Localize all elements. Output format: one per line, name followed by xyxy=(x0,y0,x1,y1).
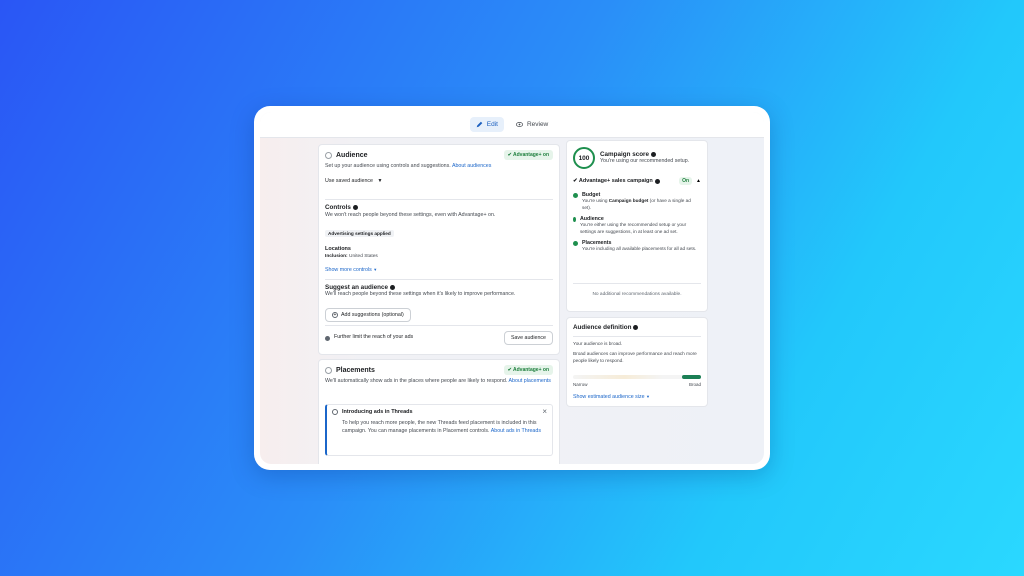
item-audience-desc: You're either using the recommended setu… xyxy=(579,222,687,234)
eye-icon xyxy=(515,122,523,127)
breadth-fill xyxy=(681,375,701,379)
chevron-up-icon[interactable]: ▲ xyxy=(696,178,701,184)
audience-breadth-bar xyxy=(573,375,701,379)
info-circle-icon xyxy=(325,335,330,341)
score-subtitle: You're using our recommended setup. xyxy=(600,157,690,164)
info-icon[interactable] xyxy=(633,324,639,330)
on-pill: On xyxy=(679,177,693,185)
main-column: Audience ✔ Advantage+ on Set up your aud… xyxy=(318,138,560,464)
check-circle-icon xyxy=(573,217,576,222)
threads-notice: Introducing ads in Threads × To help you… xyxy=(325,404,553,456)
narrow-label: Narrow xyxy=(573,382,588,387)
check-circle-icon xyxy=(573,241,578,246)
further-limit-text: Further limit the reach of your ads xyxy=(334,334,414,341)
show-more-controls-link[interactable]: Show more controls ▼ xyxy=(325,266,553,275)
locations-label: Locations xyxy=(325,245,351,252)
definition-status: Your audience is broad. xyxy=(573,341,623,346)
show-more-label: Show more controls xyxy=(325,266,372,273)
inclusion-value: United States xyxy=(349,254,378,259)
caret-down-icon: ▼ xyxy=(377,177,383,184)
inclusion-label: Inclusion: xyxy=(325,254,348,259)
item-budget-desc: You're using xyxy=(581,198,609,203)
score-value: 100 xyxy=(578,154,590,162)
audience-description: Set up your audience using controls and … xyxy=(325,163,451,169)
divider xyxy=(325,199,553,200)
tab-edit[interactable]: Edit xyxy=(469,117,504,132)
divider xyxy=(573,336,701,337)
info-circle-icon xyxy=(332,409,338,415)
close-icon[interactable]: × xyxy=(542,408,547,416)
campaign-score-card: 100 Campaign score You're using our reco… xyxy=(566,140,708,312)
notice-title: Introducing ads in Threads xyxy=(342,409,413,415)
score-ring: 100 xyxy=(573,147,595,169)
app-window: Edit Review Audience ✔ Advantage+ on Set… xyxy=(254,106,770,470)
caret-down-icon: ▼ xyxy=(373,266,378,272)
audience-card: Audience ✔ Advantage+ on Set up your aud… xyxy=(318,144,560,355)
info-icon[interactable] xyxy=(651,151,656,157)
advantage-badge: ✔ Advantage+ on xyxy=(503,150,553,160)
broad-label: Broad xyxy=(688,382,701,387)
audience-title: Audience xyxy=(336,151,368,159)
audience-definition-card: Audience definition Your audience is bro… xyxy=(566,317,708,407)
tab-edit-label: Edit xyxy=(486,121,498,128)
campaign-type-label: ✔ Advantage+ sales campaign xyxy=(573,178,653,184)
check-circle-icon xyxy=(573,193,578,198)
saved-audience-label: Use saved audience xyxy=(325,177,373,184)
divider xyxy=(573,283,701,284)
tab-review-label: Review xyxy=(526,121,549,128)
item-budget-bold: Campaign budget xyxy=(608,198,649,203)
show-audience-size-link[interactable]: Show estimated audience size ▼ xyxy=(573,393,650,402)
save-audience-label: Save audience xyxy=(510,335,546,341)
suggest-description: We'll reach people beyond these settings… xyxy=(325,291,516,297)
placements-card: Placements ✔ Advantage+ on We'll automat… xyxy=(318,359,560,464)
controls-title: Controls xyxy=(325,204,351,211)
info-icon[interactable] xyxy=(352,204,358,210)
save-audience-button[interactable]: Save audience xyxy=(503,331,553,345)
controls-description: We won't reach people beyond these setti… xyxy=(325,212,496,218)
plus-circle-icon: + xyxy=(332,311,338,318)
tab-review[interactable]: Review xyxy=(510,117,554,132)
score-title: Campaign score xyxy=(600,150,649,158)
about-placements-link[interactable]: About placements xyxy=(508,378,550,384)
no-recommendations: No additional recommendations available. xyxy=(592,292,682,297)
suggest-title: Suggest an audience xyxy=(325,284,388,291)
check-circle-icon xyxy=(325,151,332,159)
add-suggestions-button[interactable]: + Add suggestions (optional) xyxy=(325,307,411,322)
divider xyxy=(325,325,553,326)
definition-title: Audience definition xyxy=(573,324,632,331)
advantage-badge: ✔ Advantage+ on xyxy=(503,365,553,375)
about-audiences-link[interactable]: About audiences xyxy=(452,163,491,169)
info-icon[interactable] xyxy=(389,284,395,290)
divider xyxy=(325,279,553,280)
placements-description: We'll automatically show ads in the plac… xyxy=(325,378,508,384)
definition-description: Broad audiences can improve performance … xyxy=(573,351,697,363)
info-icon[interactable] xyxy=(654,178,660,184)
check-circle-icon xyxy=(325,366,332,374)
show-size-label: Show estimated audience size xyxy=(573,394,645,400)
saved-audience-select[interactable]: Use saved audience ▼ xyxy=(325,178,553,186)
settings-applied-tag: Advertising settings applied xyxy=(325,229,394,237)
about-threads-link[interactable]: About ads in Threads xyxy=(491,428,541,434)
add-suggestions-label: Add suggestions (optional) xyxy=(341,311,404,318)
screen: Edit Review Audience ✔ Advantage+ on Set… xyxy=(260,112,764,464)
top-tabs: Edit Review xyxy=(260,112,764,138)
item-placements-desc: You're including all available placement… xyxy=(582,246,697,251)
caret-down-icon: ▼ xyxy=(646,394,651,399)
placements-title: Placements xyxy=(336,366,375,374)
pencil-icon xyxy=(476,121,483,128)
